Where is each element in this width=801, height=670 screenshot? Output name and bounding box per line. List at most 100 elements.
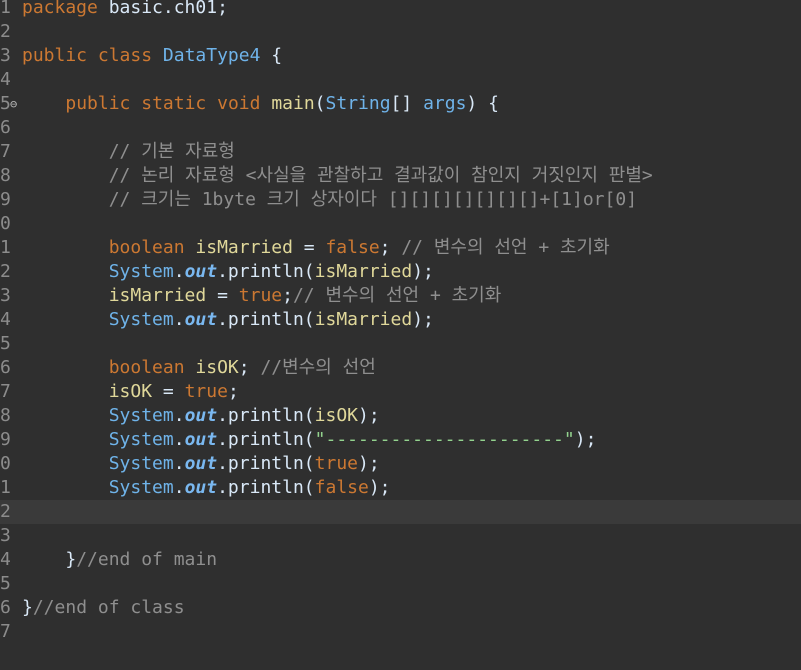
code-line[interactable]: 1 System.out.println(false);	[0, 476, 801, 500]
code-line[interactable]: 4 System.out.println(isMarried);	[0, 308, 801, 332]
code-token: true	[184, 381, 228, 402]
code-text[interactable]: // 크기는 1byte 크기 상자이다 [][][][][][][]+[1]o…	[22, 188, 637, 212]
code-token: //end of main	[76, 549, 218, 570]
line-number: 2	[0, 500, 10, 524]
code-line[interactable]: 1 package basic.ch01;	[0, 0, 801, 20]
code-text[interactable]: isMarried = true;// 변수의 선언 + 초기화	[22, 284, 502, 308]
code-text[interactable]: }//end of main	[22, 548, 217, 572]
code-line[interactable]: 8 // 논리 자료형 <사실을 관찰하고 결과값이 참인지 거짓인지 판별>	[0, 164, 801, 188]
code-token: isMarried	[314, 261, 413, 282]
code-text[interactable]: // 논리 자료형 <사실을 관찰하고 결과값이 참인지 거짓인지 판별>	[22, 164, 653, 188]
line-number-text: 3	[0, 525, 10, 546]
code-text[interactable]: boolean isMarried = false; // 변수의 선언 + 초…	[22, 236, 610, 260]
code-text[interactable]: System.out.println(false);	[22, 476, 391, 500]
code-line[interactable]: 3	[0, 524, 801, 548]
code-token: System	[108, 261, 174, 282]
code-line[interactable]: 3 isMarried = true;// 변수의 선언 + 초기화	[0, 284, 801, 308]
code-line[interactable]: 9 System.out.println("------------------…	[0, 428, 801, 452]
code-line[interactable]: 2 System.out.println(isMarried);	[0, 260, 801, 284]
code-line[interactable]: 5	[0, 572, 801, 596]
code-token: );	[358, 405, 380, 426]
line-number-text: 7	[0, 141, 10, 162]
code-text[interactable]: }//end of class	[22, 596, 185, 620]
code-editor[interactable]: 1 package basic.ch01; 2 3 public class DataT…	[0, 0, 801, 670]
code-text[interactable]: boolean isOK; //변수의 선언	[22, 356, 376, 380]
code-line[interactable]: 8 System.out.println(isOK);	[0, 404, 801, 428]
code-token: .println(	[217, 429, 315, 450]
code-line[interactable]: 6}//end of class	[0, 596, 801, 620]
code-line[interactable]: 6	[0, 116, 801, 140]
code-token: main	[271, 93, 315, 114]
code-text[interactable]: // 기본 자료형	[22, 140, 235, 164]
line-number-text: 1	[0, 0, 10, 18]
line-number-text: 2	[0, 21, 10, 42]
line-number: 3	[0, 524, 10, 548]
line-number: 4	[0, 308, 10, 332]
code-text[interactable]: System.out.println("--------------------…	[22, 428, 597, 452]
code-token: ;	[379, 237, 402, 258]
line-number-text: 1	[0, 237, 10, 258]
code-token: []	[390, 93, 424, 114]
code-line[interactable]: 1 boolean isMarried = false; // 변수의 선언 +…	[0, 236, 801, 260]
code-token: System	[108, 453, 174, 474]
line-number-text: 1	[0, 477, 10, 498]
line-number-text: 8	[0, 405, 10, 426]
line-number: 6	[0, 356, 10, 380]
code-line[interactable]: 4	[0, 68, 801, 92]
line-number-text: 3	[0, 285, 10, 306]
fold-collapse-icon[interactable]: ⊖	[10, 92, 20, 116]
code-text[interactable]: System.out.println(isMarried);	[22, 260, 434, 284]
line-number-text: 3	[0, 45, 10, 66]
code-line[interactable]: 2	[0, 20, 801, 44]
code-token: public	[22, 45, 88, 66]
line-number: 0	[0, 212, 10, 236]
code-token: .println(	[217, 453, 315, 474]
line-number-text: 4	[0, 549, 10, 570]
code-text[interactable]: public static void main(String[] args) {	[22, 92, 499, 116]
code-line[interactable]: 5 ⊖ public static void main(String[] args…	[0, 92, 801, 116]
line-number-text: 4	[0, 309, 10, 330]
code-text[interactable]: public class DataType4 {	[22, 44, 282, 68]
code-line[interactable]: 5	[0, 332, 801, 356]
code-token: isMarried	[108, 285, 207, 306]
code-line[interactable]: 6 boolean isOK; //변수의 선언	[0, 356, 801, 380]
code-token: //변수의 선언	[260, 357, 376, 378]
code-token: }	[22, 597, 33, 618]
code-token: );	[412, 261, 434, 282]
line-number-text: 2	[0, 501, 10, 522]
code-text[interactable]: isOK = true;	[22, 380, 239, 404]
code-line-current[interactable]: 2	[0, 500, 801, 524]
code-text[interactable]: package basic.ch01;	[22, 0, 228, 20]
code-line[interactable]: 4 }//end of main	[0, 548, 801, 572]
code-token: void	[217, 93, 261, 114]
line-number: 4	[0, 68, 10, 92]
line-number: 3	[0, 44, 10, 68]
line-number: 2	[0, 260, 10, 284]
code-line[interactable]: 7 isOK = true;	[0, 380, 801, 404]
line-number: 3	[0, 284, 10, 308]
code-token: public	[65, 93, 131, 114]
code-token: "----------------------"	[314, 429, 575, 450]
line-number: 5	[0, 332, 10, 356]
line-number: 8	[0, 404, 10, 428]
code-token: );	[368, 477, 391, 498]
code-line[interactable]: 0	[0, 212, 801, 236]
code-line[interactable]: 0 System.out.println(true);	[0, 452, 801, 476]
code-line[interactable]: 7 // 기본 자료형	[0, 140, 801, 164]
code-text[interactable]: System.out.println(isMarried);	[22, 308, 434, 332]
code-text[interactable]: System.out.println(isOK);	[22, 404, 380, 428]
code-token: static	[141, 93, 207, 114]
code-text[interactable]: System.out.println(true);	[22, 452, 380, 476]
line-number-text: 5	[0, 573, 10, 594]
code-line[interactable]: 9 // 크기는 1byte 크기 상자이다 [][][][][][][]+[1…	[0, 188, 801, 212]
code-line[interactable]: 7	[0, 620, 801, 644]
code-line[interactable]: 3 public class DataType4 {	[0, 44, 801, 68]
